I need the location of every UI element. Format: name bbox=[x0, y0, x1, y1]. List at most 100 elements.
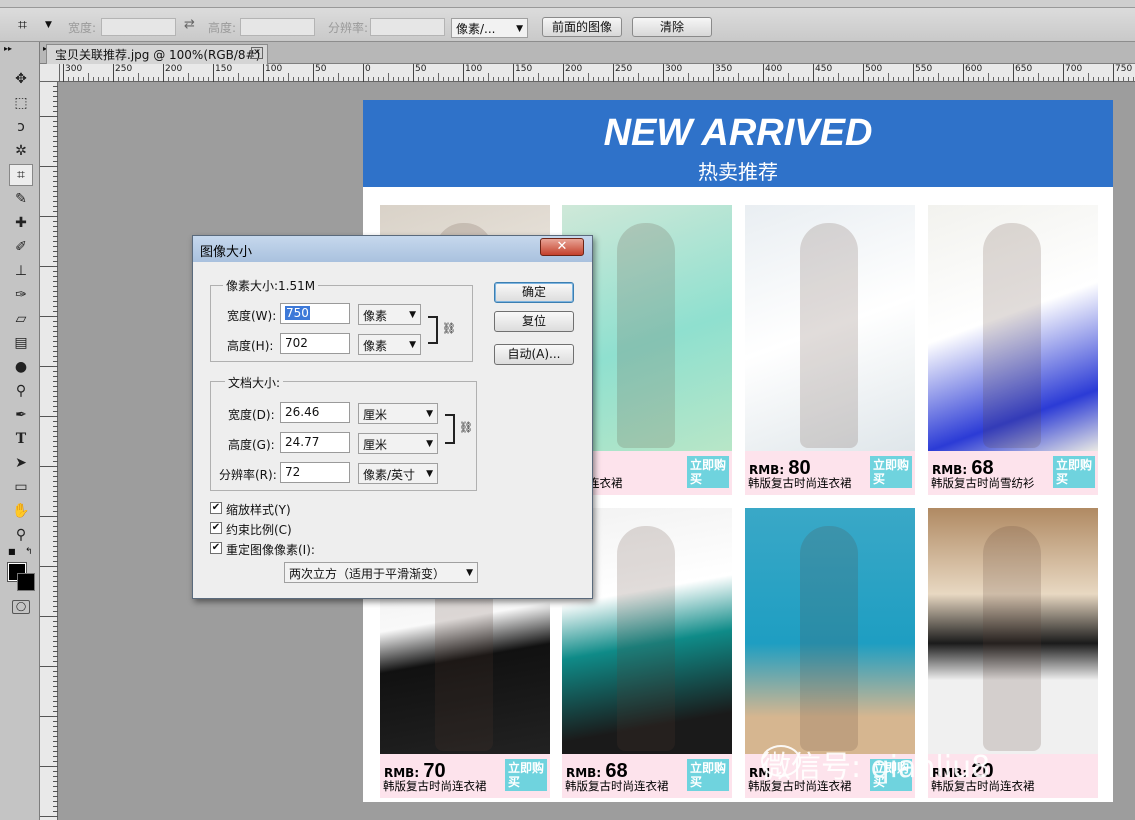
doc-height-input[interactable]: 24.77 bbox=[280, 432, 350, 453]
document-tab-title: 宝贝关联推荐.jpg @ 100%(RGB/8#) bbox=[55, 48, 261, 62]
ruler-tick bbox=[513, 64, 514, 82]
ruler-tick-label: 100 bbox=[465, 64, 483, 74]
ruler-tick bbox=[813, 64, 814, 82]
marquee-tool-icon[interactable]: ⬚ bbox=[9, 92, 33, 114]
constrain-bracket bbox=[445, 414, 455, 444]
lasso-tool-icon[interactable]: ↄ bbox=[9, 116, 33, 138]
history-brush-icon[interactable]: ✑ bbox=[9, 284, 33, 306]
options-bar: ⌗ ▼ 宽度: ⇄ 高度: 分辨率: 像素/... ▼ 前面的图像 清除 bbox=[0, 8, 1135, 42]
resolution-unit-select[interactable]: 像素/... ▼ bbox=[451, 18, 528, 38]
width-field[interactable] bbox=[101, 18, 176, 36]
ok-button[interactable]: 确定 bbox=[494, 282, 574, 303]
ruler-minor-tick bbox=[40, 266, 58, 267]
reset-button[interactable]: 复位 bbox=[494, 311, 574, 332]
pen-tool-icon[interactable]: ✒ bbox=[9, 404, 33, 426]
ruler-tick bbox=[363, 64, 364, 82]
ruler-tick bbox=[63, 64, 64, 82]
ruler-minor-tick bbox=[738, 73, 739, 82]
path-selection-icon[interactable]: ➤ bbox=[9, 452, 33, 474]
resample-method-select[interactable]: 两次立方（适用于平滑渐变） ▼ bbox=[284, 562, 478, 583]
constrain-proportions-label: 约束比例(C) bbox=[226, 523, 292, 537]
eyedropper-icon[interactable]: ✎ bbox=[9, 188, 33, 210]
document-tab[interactable]: 宝贝关联推荐.jpg @ 100%(RGB/8#) ✕ bbox=[46, 44, 268, 64]
image-size-dialog: 图像大小 ✕ 像素大小:1.51M 宽度(W): 750 像素 ▼ 高度(H): … bbox=[192, 235, 593, 599]
doc-height-unit-select[interactable]: 厘米 ▼ bbox=[358, 433, 438, 454]
ruler-tick-label: 300 bbox=[665, 64, 683, 74]
close-tab-icon[interactable]: ✕ bbox=[251, 47, 263, 59]
ruler-tick bbox=[313, 64, 314, 82]
buy-now-badge: 立即购买 bbox=[505, 759, 547, 791]
brush-tool-icon[interactable]: ✐ bbox=[9, 236, 33, 258]
pixel-height-unit-select[interactable]: 像素 ▼ bbox=[358, 334, 421, 355]
ruler-tick-label: 600 bbox=[965, 64, 983, 74]
ruler-minor-tick bbox=[40, 766, 58, 767]
resolution-input[interactable]: 72 bbox=[280, 462, 350, 483]
crop-tool-icon[interactable]: ⌗ bbox=[18, 15, 27, 35]
ruler-minor-tick bbox=[40, 516, 58, 517]
doc-width-input[interactable]: 26.46 bbox=[280, 402, 350, 423]
price-bar: RMB: 70 韩版复古时尚连衣裙 立即购买 bbox=[380, 754, 550, 798]
pixel-width-unit-select[interactable]: 像素 ▼ bbox=[358, 304, 421, 325]
ruler-tick bbox=[1063, 64, 1064, 82]
model-silhouette bbox=[983, 526, 1041, 751]
ruler-minor-tick bbox=[488, 73, 489, 82]
eraser-tool-icon[interactable]: ▱ bbox=[9, 308, 33, 330]
blur-tool-icon[interactable]: ● bbox=[9, 356, 33, 378]
model-silhouette bbox=[617, 223, 675, 448]
product-name: 韩版复古时尚连衣裙 bbox=[383, 779, 487, 793]
scale-styles-label: 缩放样式(Y) bbox=[226, 503, 291, 517]
height-field[interactable] bbox=[240, 18, 315, 36]
ruler-minor-tick bbox=[188, 73, 189, 82]
type-tool-icon[interactable]: T bbox=[9, 428, 33, 450]
ruler-tick-label: 450 bbox=[815, 64, 833, 74]
chevron-down-icon: ▼ bbox=[466, 568, 473, 578]
front-image-button[interactable]: 前面的图像 bbox=[542, 17, 622, 37]
buy-now-badge: 立即购买 bbox=[687, 759, 729, 791]
model-silhouette bbox=[617, 526, 675, 751]
constrain-proportions-checkbox[interactable]: ✔ bbox=[210, 522, 222, 534]
dodge-tool-icon[interactable]: ⚲ bbox=[9, 380, 33, 402]
auto-button[interactable]: 自动(A)... bbox=[494, 344, 574, 365]
doc-width-unit-select[interactable]: 厘米 ▼ bbox=[358, 403, 438, 424]
stamp-tool-icon[interactable]: ⊥ bbox=[9, 260, 33, 282]
healing-brush-icon[interactable]: ✚ bbox=[9, 212, 33, 234]
swap-colors-icon[interactable]: ↰ bbox=[25, 547, 33, 557]
model-silhouette bbox=[983, 223, 1041, 448]
ruler-tick bbox=[1013, 64, 1014, 82]
shape-tool-icon[interactable]: ▭ bbox=[9, 476, 33, 498]
resolution-field[interactable] bbox=[370, 18, 445, 36]
chevron-down-icon[interactable]: ▼ bbox=[45, 20, 52, 30]
ruler-origin[interactable] bbox=[40, 64, 60, 82]
ruler-minor-tick bbox=[588, 73, 589, 82]
ruler-tick bbox=[663, 64, 664, 82]
clear-button[interactable]: 清除 bbox=[632, 17, 712, 37]
dialog-close-button[interactable]: ✕ bbox=[540, 238, 584, 256]
ruler-tick-label: 700 bbox=[1065, 64, 1083, 74]
ruler-tick bbox=[1113, 64, 1114, 82]
quick-mask-icon[interactable]: ◯ bbox=[12, 600, 30, 614]
background-color-swatch[interactable] bbox=[17, 573, 35, 591]
dialog-title: 图像大小 bbox=[200, 245, 253, 260]
magic-wand-icon[interactable]: ✲ bbox=[9, 140, 33, 162]
default-colors-icon[interactable]: ■ bbox=[8, 547, 18, 557]
tools-panel: ▸▸ ✥ ⬚ ↄ ✲ ⌗ ✎ ✚ ✐ ⊥ ✑ ▱ ▤ ● ⚲ ✒ T ➤ ▭ ✋… bbox=[0, 42, 40, 820]
resolution-unit-select[interactable]: 像素/英寸 ▼ bbox=[358, 463, 438, 484]
ruler-minor-tick bbox=[40, 216, 58, 217]
ruler-tick-label: 550 bbox=[915, 64, 933, 74]
chevron-down-icon: ▼ bbox=[516, 24, 523, 34]
swap-icon[interactable]: ⇄ bbox=[184, 17, 195, 32]
menu-bar bbox=[0, 0, 1135, 8]
move-tool-icon[interactable]: ✥ bbox=[9, 68, 33, 90]
scale-styles-checkbox[interactable]: ✔ bbox=[210, 502, 222, 514]
chevron-down-icon: ▼ bbox=[409, 340, 416, 350]
pixel-width-input[interactable]: 750 bbox=[280, 303, 350, 324]
ruler-minor-tick bbox=[1088, 73, 1089, 82]
gradient-tool-icon[interactable]: ▤ bbox=[9, 332, 33, 354]
pixel-height-input[interactable]: 702 bbox=[280, 333, 350, 354]
panel-collapse-icon[interactable]: ▸▸ bbox=[4, 44, 12, 53]
dialog-titlebar[interactable]: 图像大小 bbox=[193, 236, 592, 262]
hand-tool-icon[interactable]: ✋ bbox=[9, 500, 33, 522]
resample-checkbox[interactable]: ✔ bbox=[210, 542, 222, 554]
crop-tool-icon[interactable]: ⌗ bbox=[9, 164, 33, 186]
zoom-tool-icon[interactable]: ⚲ bbox=[9, 524, 33, 546]
